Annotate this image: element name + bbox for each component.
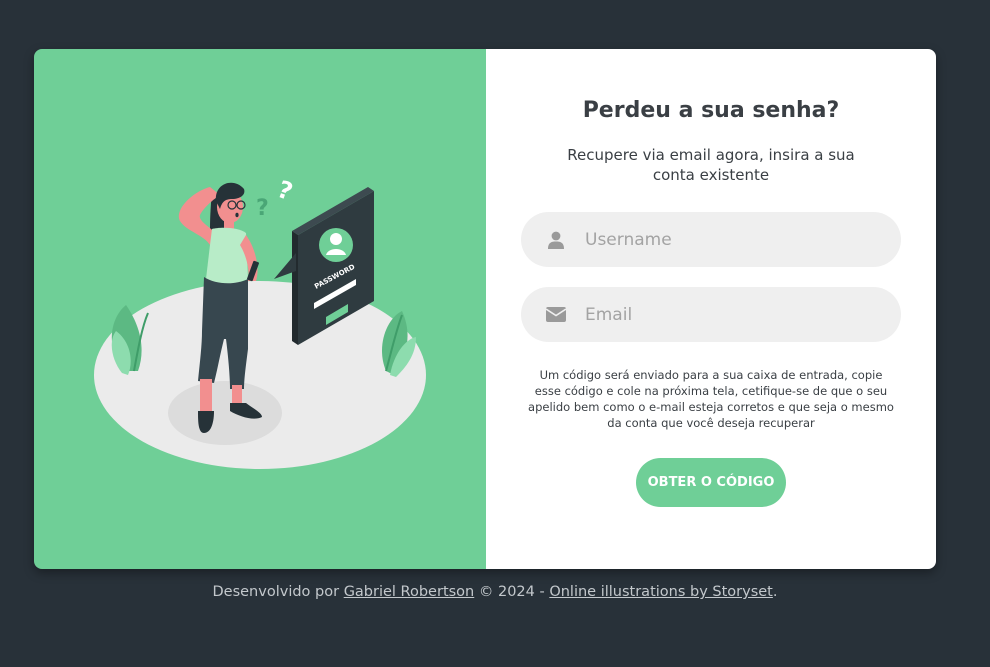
question-mark-1: ? [256, 196, 269, 221]
forgot-password-illustration: PASSWORD ? ? [94, 175, 426, 469]
footer-prefix: Desenvolvido por [212, 584, 340, 600]
envelope-icon [544, 303, 568, 327]
info-note: Um código será enviado para a sua caixa … [528, 368, 894, 430]
illustration-panel: PASSWORD ? ? [34, 49, 486, 569]
username-input[interactable] [583, 228, 877, 251]
page-footer: Desenvolvido por Gabriel Robertson © 202… [0, 584, 990, 600]
page-subtitle: Recupere via email agora, insira a sua c… [567, 146, 855, 184]
floor-ellipse [94, 281, 426, 469]
username-field[interactable] [521, 212, 901, 267]
shadow-ellipse [168, 381, 282, 445]
form-panel: Perdeu a sua senha? Recupere via email a… [486, 49, 936, 569]
recovery-card: PASSWORD ? ? Perdeu a sua senha? Recuper… [34, 49, 936, 569]
user-icon [544, 228, 568, 252]
get-code-button[interactable]: OBTER O CÓDIGO [636, 458, 786, 507]
question-mark-2: ? [274, 175, 297, 206]
page-title: Perdeu a sua senha? [582, 98, 840, 123]
storyset-credit-link[interactable]: Online illustrations by Storyset [549, 584, 773, 600]
footer-copyright: © 2024 - [478, 584, 545, 600]
author-link[interactable]: Gabriel Robertson [344, 584, 475, 600]
email-field[interactable] [521, 287, 901, 342]
email-input[interactable] [583, 303, 877, 326]
footer-suffix: . [772, 584, 778, 600]
